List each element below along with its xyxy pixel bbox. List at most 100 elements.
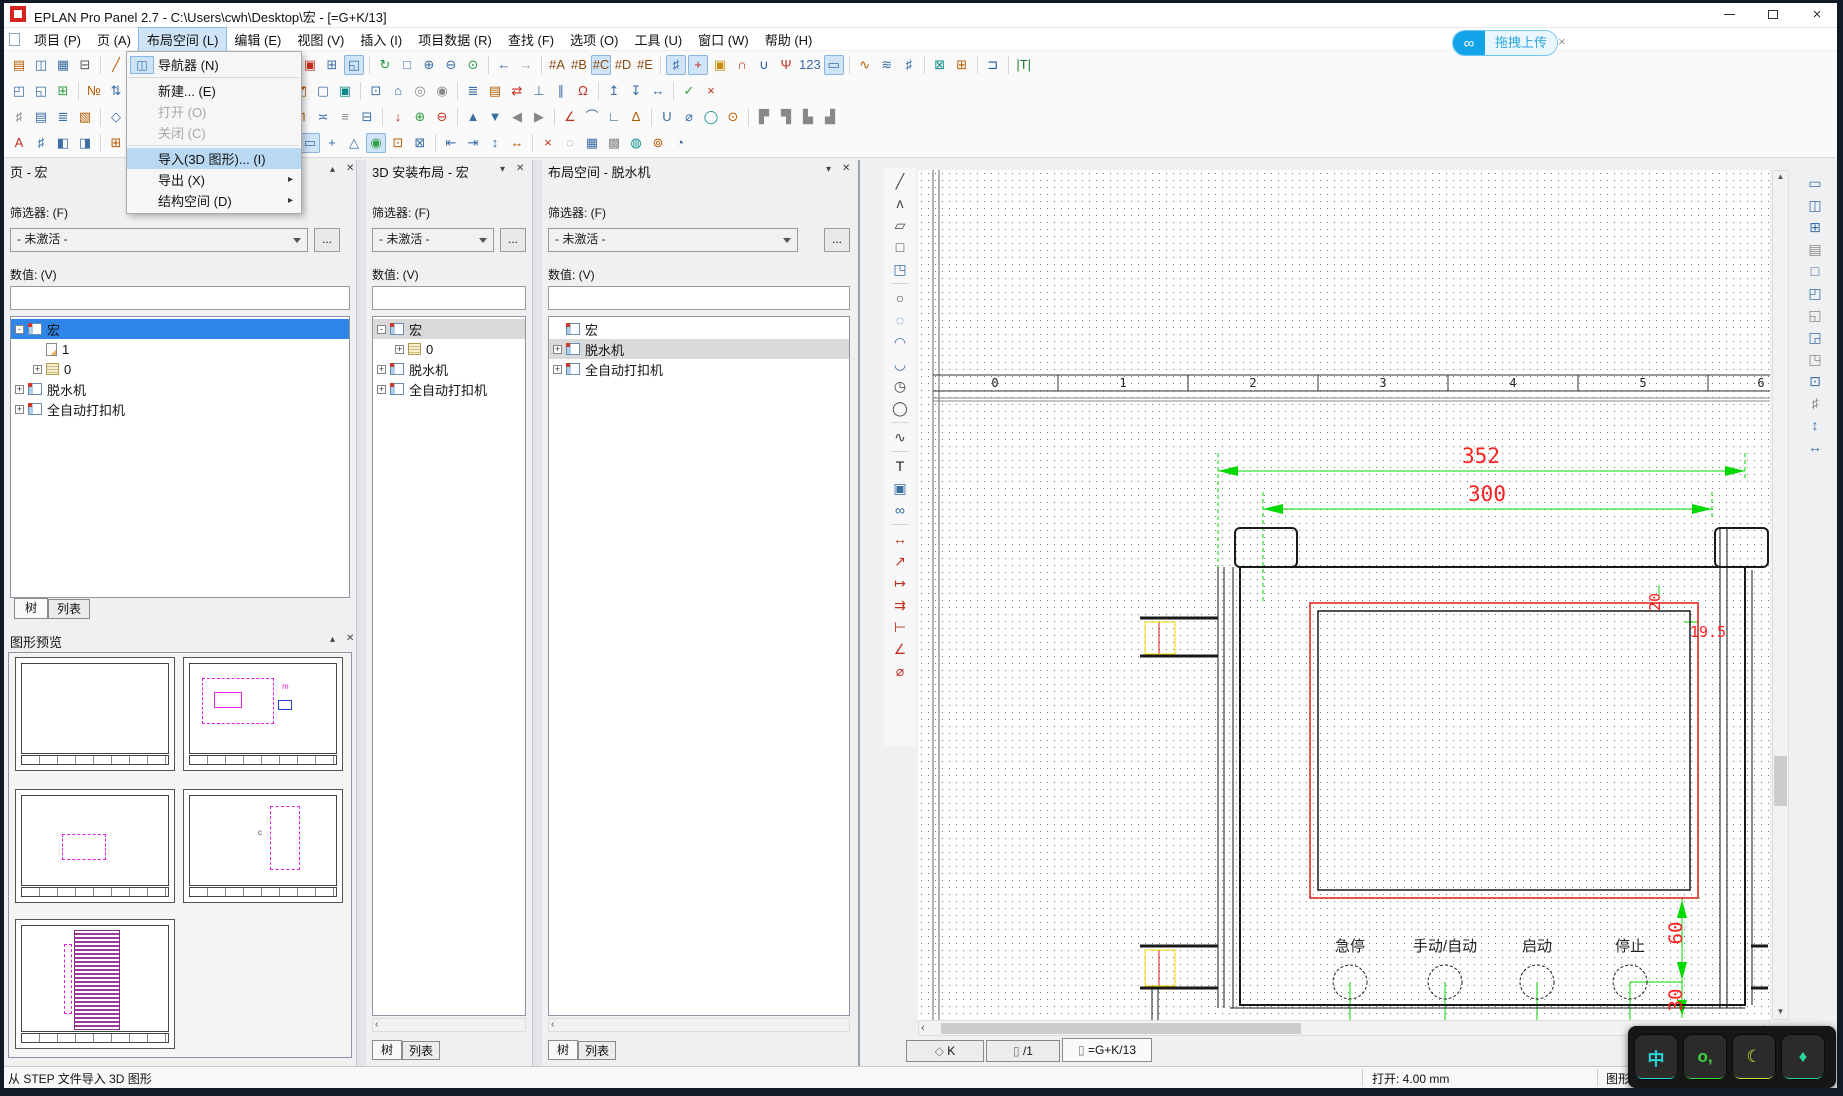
line-icon[interactable]: ╱ <box>890 171 910 191</box>
viewport-rows-icon[interactable]: ▤ <box>1805 239 1825 259</box>
value-input[interactable] <box>372 286 526 310</box>
target-icon[interactable]: ◉ <box>366 133 386 153</box>
netdisk-upload-button[interactable]: ∞ 拖拽上传 <box>1452 30 1559 56</box>
apply-icon[interactable]: ✓ <box>679 81 699 101</box>
placeholder-value-icon[interactable]: ▣ <box>335 81 355 101</box>
texture-icon[interactable]: ▧ <box>75 107 95 127</box>
menu-item[interactable]: ◫ 导航器 (N) <box>127 54 301 75</box>
crosshair-icon[interactable]: + <box>322 133 342 153</box>
fit-box-icon[interactable]: ⊡ <box>388 133 408 153</box>
exchange-icon[interactable]: ⇄ <box>507 81 527 101</box>
menubar-item[interactable]: 选项 (O) <box>562 28 626 51</box>
menu-item[interactable]: 新建... (E) <box>127 80 301 101</box>
snap-to-grid-icon[interactable]: + <box>688 55 708 75</box>
tab-list[interactable]: 列表 <box>402 1041 440 1060</box>
dim-radius-icon[interactable]: ⌀ <box>890 661 910 681</box>
value-display-icon[interactable]: 123 <box>798 55 822 75</box>
plugin-icon[interactable]: ⊞ <box>53 81 73 101</box>
dim-linear-icon[interactable]: ↔ <box>890 529 910 549</box>
v-stretch-icon[interactable]: ↕ <box>485 133 505 153</box>
corner-tl-icon[interactable]: ▛ <box>754 107 774 127</box>
panel-close-icon[interactable]: ✕ <box>842 163 850 175</box>
filter-browse-button[interactable]: ... <box>824 228 850 252</box>
hyperlink-icon[interactable]: ∞ <box>890 500 910 520</box>
ghost-mode-icon[interactable]: ◌ <box>560 133 580 153</box>
text-tool-icon[interactable]: T <box>890 456 910 476</box>
property-list-icon[interactable]: ≣ <box>463 81 483 101</box>
reference-circle-icon[interactable]: ◯ <box>701 107 721 127</box>
new-page-icon[interactable]: ◫ <box>31 55 51 75</box>
collapse-icon[interactable]: - <box>15 324 24 334</box>
menu-item[interactable]: 导入(3D 图形)... (I) <box>127 148 301 169</box>
panel-pin-icon[interactable]: ▾ <box>500 164 505 176</box>
menubar-item[interactable]: 工具 (U) <box>627 28 691 51</box>
bars-icon[interactable]: ≡ <box>335 107 355 127</box>
face-down-icon[interactable]: ▼ <box>485 107 505 127</box>
filter-combo[interactable]: - 未激活 - <box>372 228 494 252</box>
menu-item[interactable]: 导出 (X) ▸ <box>127 169 301 190</box>
add-point-icon[interactable]: ⊕ <box>410 107 430 127</box>
viewport-single-icon[interactable]: □ <box>1805 261 1825 281</box>
doc-properties-icon[interactable]: ▤ <box>31 107 51 127</box>
erase-icon[interactable]: × <box>538 133 558 153</box>
remove-point-icon[interactable]: ⊖ <box>432 107 452 127</box>
menubar-item[interactable]: 插入 (I) <box>352 28 410 51</box>
panel-grid-icon[interactable]: ▦ <box>582 133 602 153</box>
arc-tool-icon[interactable]: ⌒ <box>582 107 602 127</box>
select-frame-icon[interactable]: ▭ <box>300 133 320 153</box>
expand-icon[interactable]: + <box>377 384 386 394</box>
refresh-icon[interactable]: ↻ <box>375 55 395 75</box>
expand-icon[interactable]: + <box>553 344 562 354</box>
cancel-icon[interactable]: × <box>701 81 721 101</box>
angle-icon[interactable]: ∠ <box>560 107 580 127</box>
fit-width-icon[interactable]: ↔ <box>1805 437 1825 457</box>
rectangle-icon[interactable]: □ <box>890 237 910 257</box>
pane-left-icon[interactable]: ◧ <box>53 133 73 153</box>
quarter-turn-icon[interactable]: ◔ <box>670 133 690 153</box>
zoom-out-icon[interactable]: ⊖ <box>441 55 461 75</box>
arc-3pt-icon[interactable]: ◠ <box>890 332 910 352</box>
view-center-icon[interactable]: ⊡ <box>1805 371 1825 391</box>
format-brush-icon[interactable]: ╱ <box>106 55 126 75</box>
menubar-item[interactable]: 帮助 (H) <box>757 28 821 51</box>
corner-bl-icon[interactable]: ▙ <box>798 107 818 127</box>
grid-size-d-icon[interactable]: #D <box>613 55 633 75</box>
tree-item[interactable]: -宏 <box>373 319 525 339</box>
rails-icon[interactable]: ≍ <box>313 107 333 127</box>
panel-close-icon[interactable]: ✕ <box>516 163 524 175</box>
dim-angle-icon[interactable]: ∠ <box>890 639 910 659</box>
scroll-left-icon[interactable]: ‹ <box>551 1019 554 1030</box>
shop-cart-icon[interactable]: ⊐ <box>983 55 1003 75</box>
page-tab-1[interactable]: ▯ /1 <box>986 1040 1060 1062</box>
magnet-move-icon[interactable]: ∪ <box>754 55 774 75</box>
tab-list[interactable]: 列表 <box>48 599 90 619</box>
tree-item[interactable]: +0 <box>11 359 349 379</box>
render-view-icon[interactable]: ◉ <box>432 81 452 101</box>
corner-tr-icon[interactable]: ▜ <box>776 107 796 127</box>
dim-increment-icon[interactable]: ⊢ <box>890 617 910 637</box>
mounting-plate-icon[interactable]: ⊟ <box>357 107 377 127</box>
tab-tree[interactable]: 树 <box>14 598 48 619</box>
dense-grid-icon[interactable]: ▩ <box>604 133 624 153</box>
page-check-icon[interactable]: ▣ <box>300 55 320 75</box>
scroll-left-icon[interactable]: ‹ <box>921 1022 925 1034</box>
dim-baseline-icon[interactable]: ⇉ <box>890 595 910 615</box>
grid-size-a-icon[interactable]: #A <box>547 55 567 75</box>
signal-lines-icon[interactable]: ≋ <box>877 55 897 75</box>
to-left-icon[interactable]: ⇤ <box>441 133 461 153</box>
open-layout-icon[interactable]: ▦ <box>53 55 73 75</box>
object-snap-icon[interactable]: ▣ <box>710 55 730 75</box>
new-macro-icon[interactable]: ▤ <box>9 55 29 75</box>
collapse-icon[interactable]: - <box>377 324 386 334</box>
tree-item[interactable]: + 脱水机 <box>373 359 525 379</box>
panel-close-icon[interactable]: ✕ <box>346 163 354 175</box>
grid-fine-icon[interactable]: ♯ <box>31 133 51 153</box>
tab-tree[interactable]: 树 <box>372 1040 402 1060</box>
value-input[interactable] <box>10 286 350 310</box>
tree-item[interactable]: -宏 <box>11 319 349 339</box>
text-style-a-icon[interactable]: A <box>9 133 29 153</box>
face-right-icon[interactable]: ▶ <box>529 107 549 127</box>
array-copy-icon[interactable]: ⊞ <box>106 133 126 153</box>
polyline-icon[interactable]: ʌ <box>890 193 910 213</box>
circle-icon[interactable]: ○ <box>890 288 910 308</box>
